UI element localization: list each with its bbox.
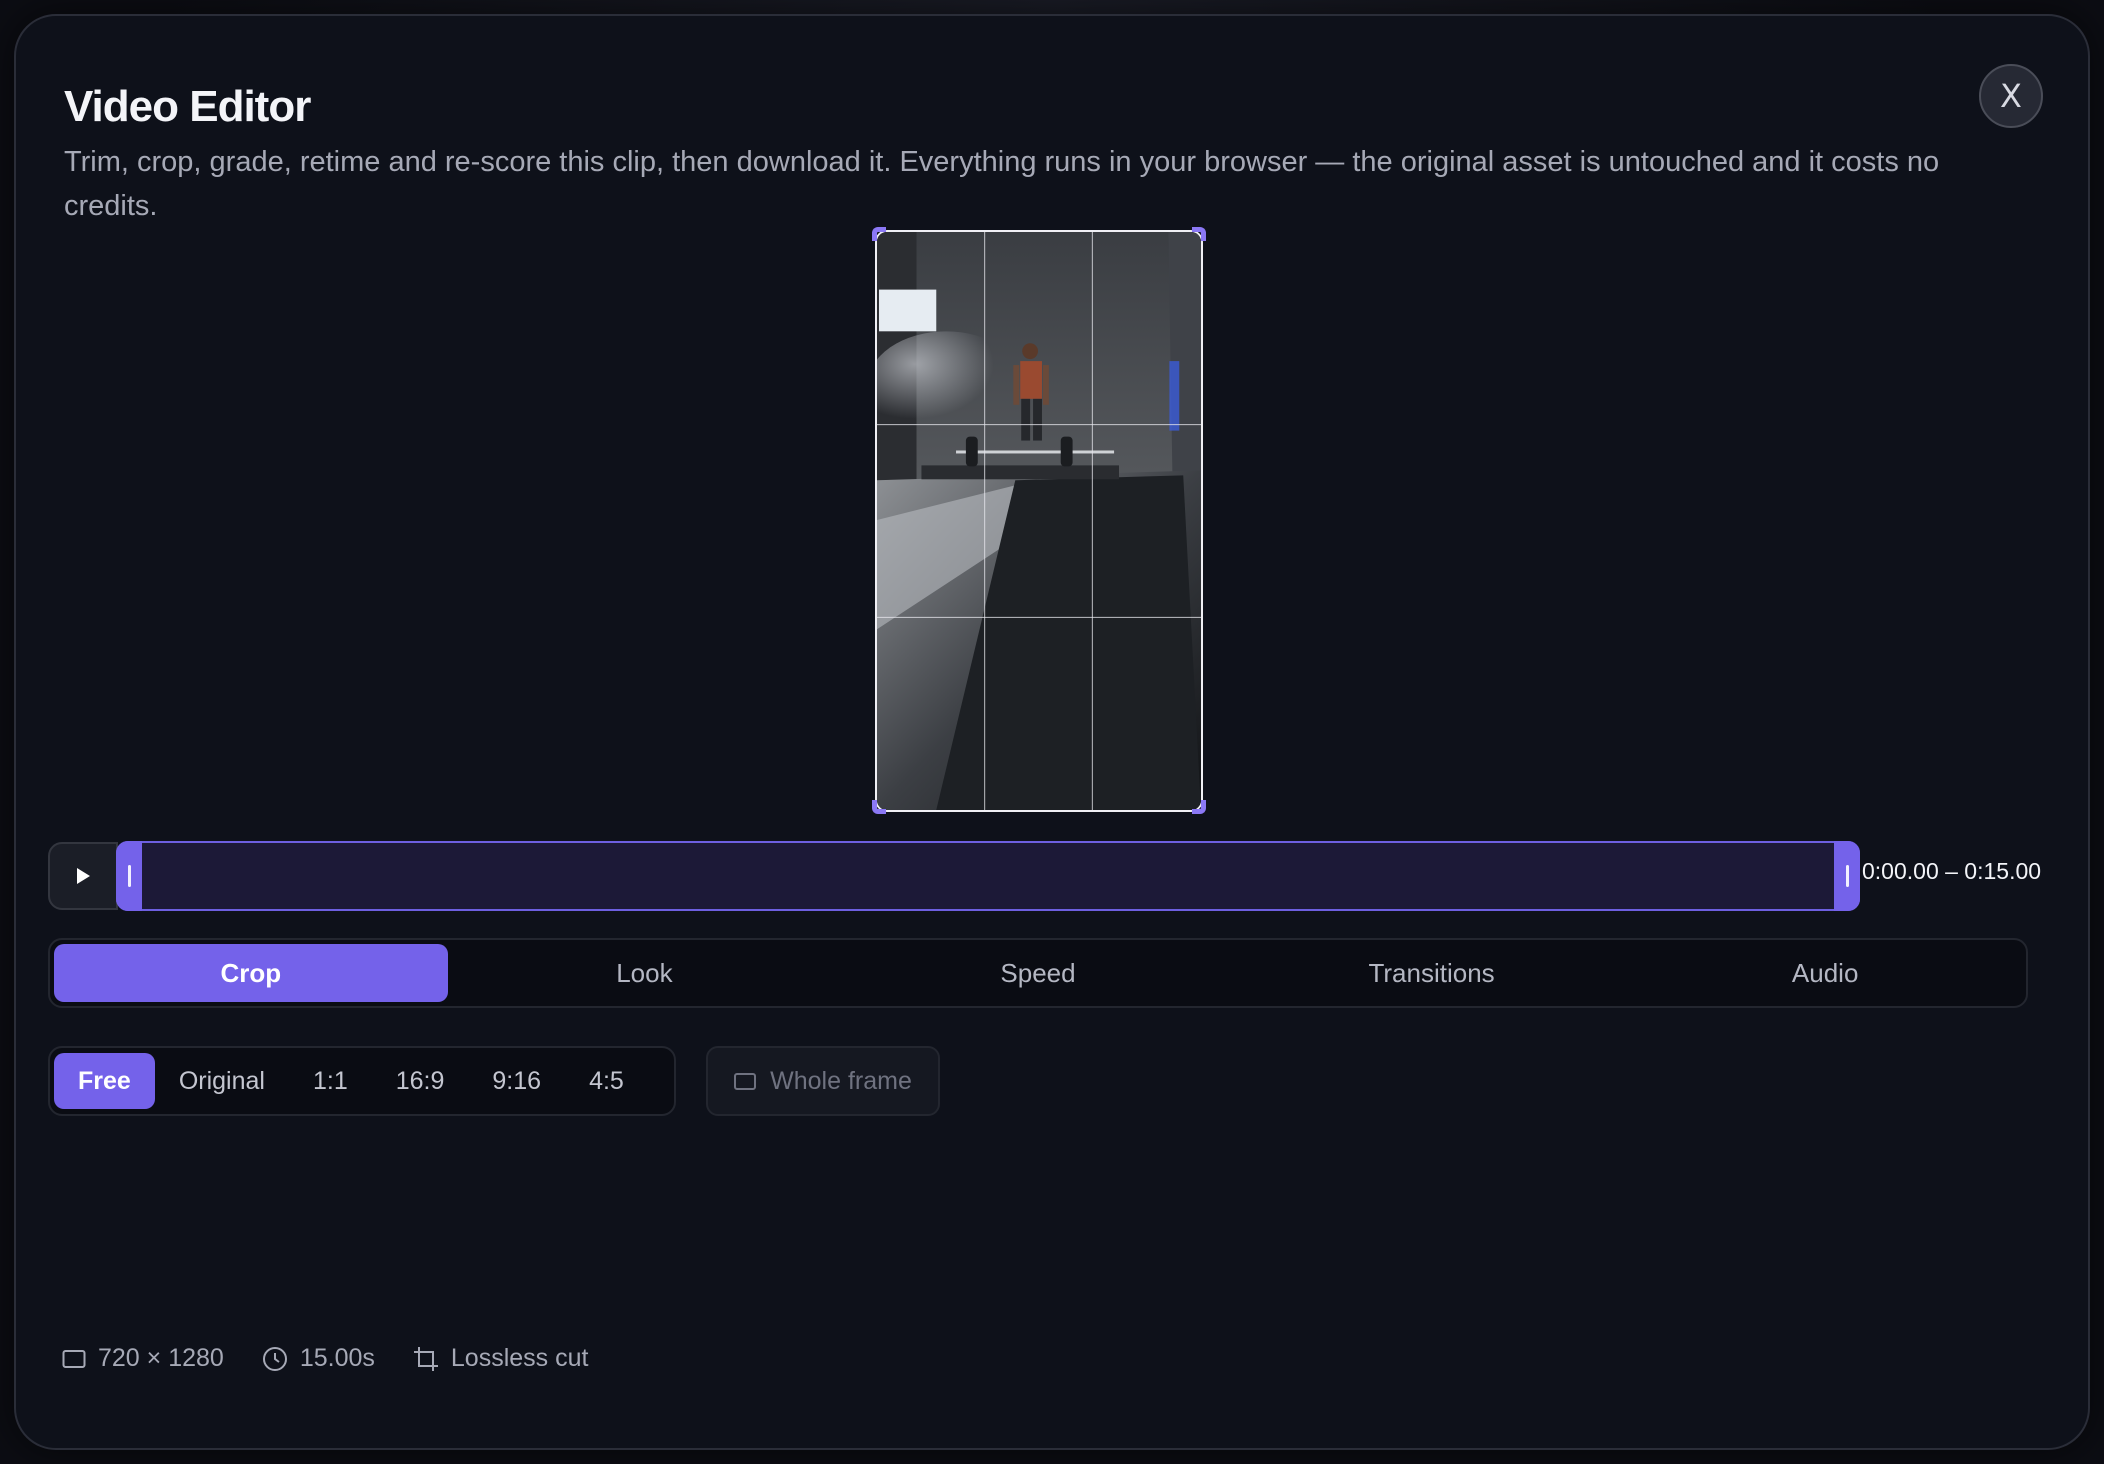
trim-end-handle[interactable] [1834, 841, 1860, 911]
close-button[interactable]: X [1979, 64, 2043, 128]
editor-tabs: Crop Look Speed Transitions Audio [48, 938, 2028, 1008]
play-icon [77, 868, 90, 884]
grip-icon [127, 865, 131, 887]
trim-timeline[interactable] [116, 841, 1860, 911]
time-range-label: 0:00.00 – 0:15.00 [1862, 858, 2042, 884]
trim-start-handle[interactable] [116, 841, 142, 911]
duration-info: 15.00s [262, 1344, 375, 1373]
duration-text: 15.00s [299, 1344, 375, 1372]
crop-handle-top-right[interactable] [1192, 227, 1206, 241]
crop-handle-bottom-left[interactable] [872, 800, 886, 814]
modal-title: Video Editor [64, 82, 311, 131]
aspect-ratio-group: Free Original 1:1 16:9 9:16 4:5 [48, 1046, 676, 1116]
modal-subtitle: Trim, crop, grade, retime and re-score t… [64, 146, 1940, 222]
grip-icon [1845, 865, 1849, 887]
tab-look[interactable]: Look [448, 944, 842, 1002]
video-frame [877, 232, 1201, 810]
tab-crop[interactable]: Crop [54, 944, 448, 1002]
video-preview[interactable] [875, 230, 1203, 812]
crop-icon [413, 1346, 438, 1371]
resolution-info: 720 × 1280 [62, 1344, 224, 1373]
resolution-text: 720 × 1280 [98, 1344, 224, 1372]
clock-icon [262, 1346, 287, 1371]
frame-icon [734, 1072, 757, 1090]
aspect-4-5[interactable]: 4:5 [565, 1053, 648, 1109]
frame-icon [62, 1349, 86, 1368]
aspect-16-9[interactable]: 16:9 [372, 1053, 469, 1109]
clip-info: 720 × 1280 15.00s Lossless cut [62, 1344, 588, 1373]
tab-speed[interactable]: Speed [841, 944, 1235, 1002]
aspect-free[interactable]: Free [54, 1053, 155, 1109]
mode-info: Lossless cut [413, 1344, 589, 1373]
whole-frame-button[interactable]: Whole frame [706, 1046, 940, 1116]
crop-handle-bottom-right[interactable] [1192, 800, 1206, 814]
crop-handle-top-left[interactable] [872, 227, 886, 241]
whole-frame-label: Whole frame [770, 1066, 912, 1095]
tab-transitions[interactable]: Transitions [1235, 944, 1629, 1002]
aspect-9-16[interactable]: 9:16 [468, 1053, 565, 1109]
tab-audio[interactable]: Audio [1628, 944, 2022, 1002]
aspect-1-1[interactable]: 1:1 [289, 1053, 372, 1109]
aspect-original[interactable]: Original [155, 1053, 289, 1109]
play-button[interactable] [48, 842, 118, 910]
mode-text: Lossless cut [450, 1344, 589, 1372]
